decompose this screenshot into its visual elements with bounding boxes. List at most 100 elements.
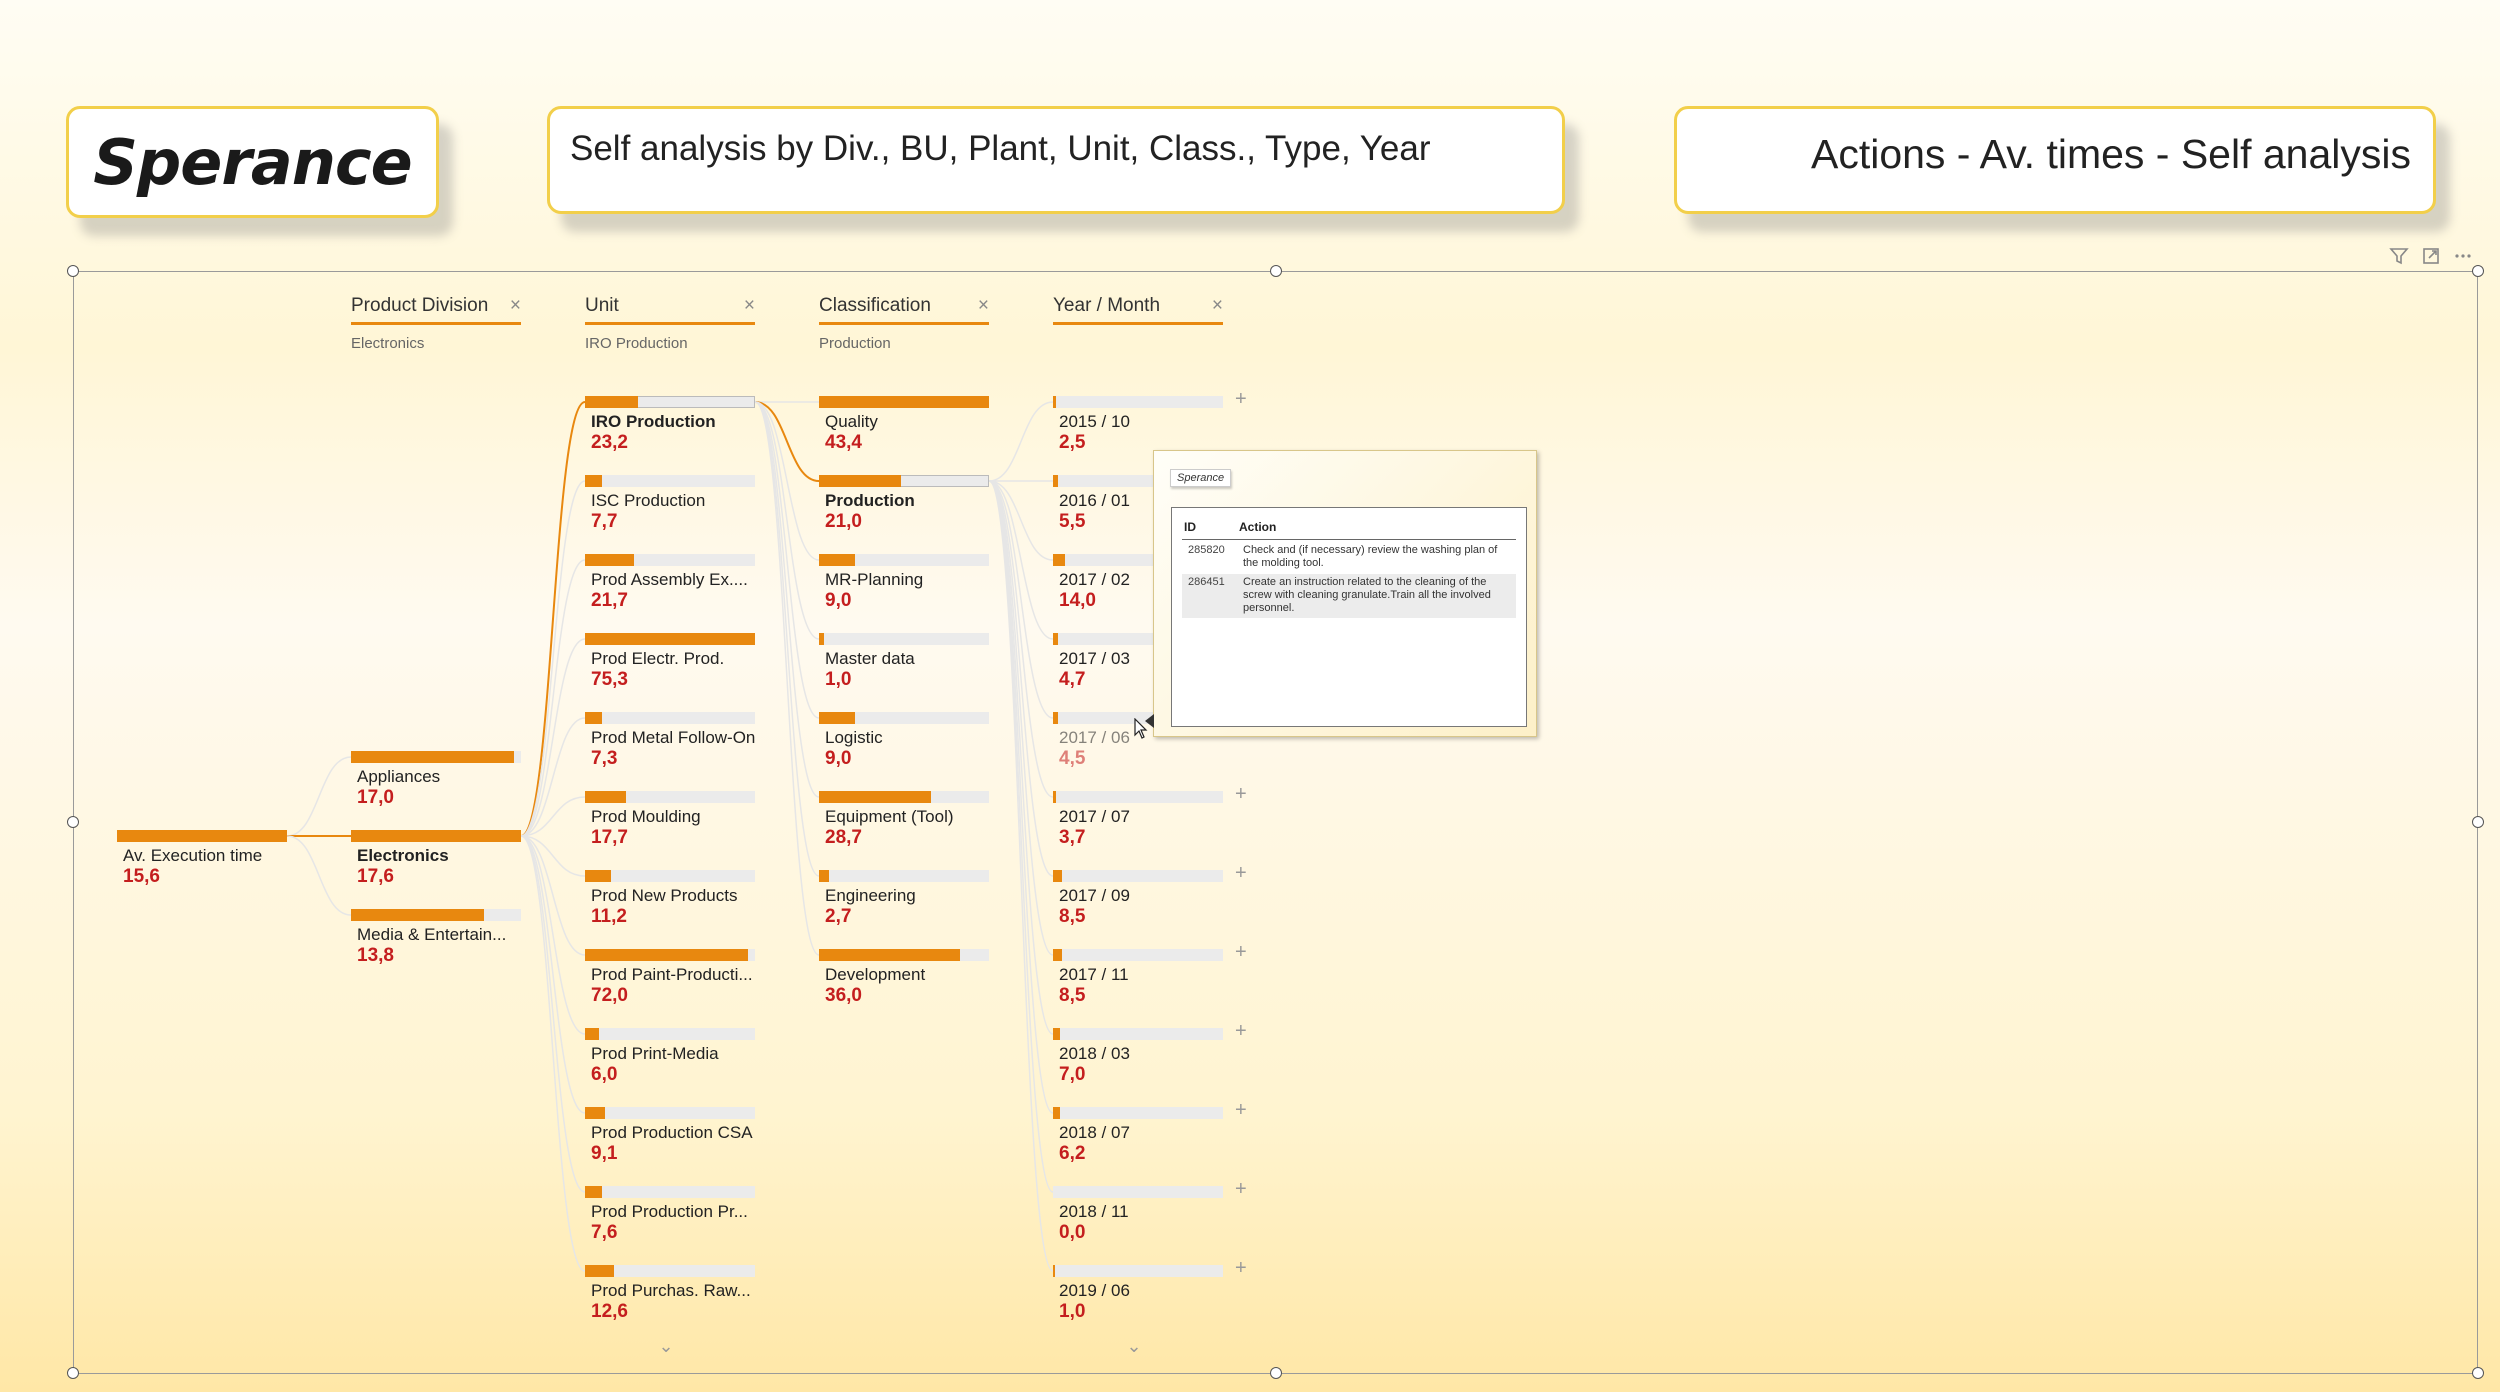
node-period[interactable]: 2017 / 09 8,5 + — [1053, 862, 1247, 934]
bar-track — [117, 830, 287, 842]
bar-track — [819, 633, 989, 645]
node-classification[interactable]: Engineering 2,7 — [819, 870, 989, 934]
bar-fill — [1053, 1265, 1055, 1277]
node-classification[interactable]: Logistic 9,0 — [819, 712, 989, 776]
node-period[interactable]: 2017 / 11 8,5 + — [1053, 941, 1247, 1013]
connector-line — [754, 401, 820, 877]
node-value: 21,7 — [591, 590, 628, 611]
node-classification[interactable]: Production 21,0 — [819, 475, 989, 539]
bar-track — [819, 870, 989, 882]
node-division[interactable]: Media & Entertain... 13,8 — [351, 909, 521, 973]
node-classification[interactable]: Equipment (Tool) 28,7 — [819, 791, 989, 855]
connector-line — [286, 756, 352, 837]
node-unit[interactable]: Prod Assembly Ex.... 21,7 — [585, 554, 755, 618]
node-value: 23,2 — [591, 432, 628, 453]
node-classification[interactable]: Development 36,0 — [819, 949, 989, 1013]
bar-track — [585, 1186, 755, 1198]
node-value: 75,3 — [591, 669, 628, 690]
bar-fill — [1053, 633, 1059, 645]
node-division[interactable]: Appliances 17,0 — [351, 751, 521, 815]
node-value: 7,0 — [1059, 1064, 1086, 1085]
node-label: Prod Production CSA — [591, 1123, 753, 1142]
expand-plus-icon[interactable]: + — [1235, 783, 1247, 806]
node-period[interactable]: 2019 / 06 1,0 + — [1053, 1257, 1247, 1329]
connector-line — [988, 480, 1054, 877]
column-header-classification[interactable]: Classification × Production — [819, 295, 989, 352]
node-unit[interactable]: Prod Purchas. Raw... 12,6 — [585, 1265, 755, 1329]
node-unit[interactable]: Prod Paint-Producti... 72,0 — [585, 949, 755, 1013]
node-value: 2,5 — [1059, 432, 1086, 453]
column-header-product-division[interactable]: Product Division × Electronics — [351, 295, 521, 352]
bar-fill — [351, 751, 515, 763]
bar-track — [585, 396, 755, 408]
column-header-year-month[interactable]: Year / Month × — [1053, 295, 1223, 325]
remove-level-icon[interactable]: × — [1212, 295, 1223, 317]
bar-track — [819, 475, 989, 487]
bar-track — [819, 949, 989, 961]
bar-fill — [585, 949, 749, 961]
node-division[interactable]: Electronics 17,6 — [351, 830, 521, 894]
bar-track — [585, 633, 755, 645]
node-label: MR-Planning — [825, 570, 924, 589]
bar-fill — [1053, 475, 1059, 487]
node-unit[interactable]: IRO Production 23,2 — [585, 396, 755, 460]
bar-fill — [819, 949, 961, 961]
bar-track — [1053, 870, 1223, 882]
mouse-cursor-icon — [1134, 718, 1148, 739]
bar-track — [1053, 1107, 1223, 1119]
column-title: Year / Month — [1053, 295, 1161, 316]
node-unit[interactable]: ISC Production 7,7 — [585, 475, 755, 539]
scroll-down-units-icon[interactable]: ⌄ — [657, 1337, 675, 1355]
expand-plus-icon[interactable]: + — [1235, 1178, 1247, 1201]
node-label: 2018 / 11 — [1059, 1202, 1129, 1221]
node-label: ISC Production — [591, 491, 706, 510]
node-label: Prod Metal Follow-On — [591, 728, 756, 747]
node-value: 17,6 — [357, 866, 394, 887]
action-id: 285820 — [1188, 544, 1225, 556]
connector-line — [520, 835, 586, 1035]
node-classification[interactable]: Quality 43,4 — [819, 396, 989, 460]
expand-plus-icon[interactable]: + — [1235, 862, 1247, 885]
node-unit[interactable]: Prod Production Pr... 7,6 — [585, 1186, 755, 1250]
node-label: Quality — [825, 412, 878, 431]
bar-fill — [351, 830, 521, 842]
bar-track — [819, 712, 989, 724]
node-value: 13,8 — [357, 945, 394, 966]
connector-line — [520, 559, 586, 837]
column-header-unit[interactable]: Unit × IRO Production — [585, 295, 755, 352]
column-selection: IRO Production — [585, 335, 688, 352]
remove-level-icon[interactable]: × — [510, 295, 521, 317]
connector-line — [520, 638, 586, 837]
node-unit[interactable]: Prod Electr. Prod. 75,3 — [585, 633, 755, 697]
connector-line — [988, 480, 1054, 1114]
node-classification[interactable]: MR-Planning 9,0 — [819, 554, 989, 618]
bar-fill — [585, 396, 638, 408]
scroll-down-periods-icon[interactable]: ⌄ — [1125, 1337, 1143, 1355]
node-root[interactable]: Av. Execution time 15,6 — [117, 830, 287, 894]
expand-plus-icon[interactable]: + — [1235, 941, 1247, 964]
remove-level-icon[interactable]: × — [744, 295, 755, 317]
node-unit[interactable]: Prod Moulding 17,7 — [585, 791, 755, 855]
expand-plus-icon[interactable]: + — [1235, 388, 1247, 411]
bar-track — [585, 1028, 755, 1040]
node-period[interactable]: 2018 / 11 0,0 + — [1053, 1178, 1247, 1250]
node-period[interactable]: 2018 / 07 6,2 + — [1053, 1099, 1247, 1171]
node-unit[interactable]: Prod New Products 11,2 — [585, 870, 755, 934]
node-unit[interactable]: Prod Metal Follow-On 7,3 — [585, 712, 755, 776]
column-underline — [585, 322, 755, 325]
node-unit[interactable]: Prod Production CSA 9,1 — [585, 1107, 755, 1171]
node-value: 2,7 — [825, 906, 852, 927]
column-title: Classification — [819, 295, 931, 316]
remove-level-icon[interactable]: × — [978, 295, 989, 317]
node-label: Prod Purchas. Raw... — [591, 1281, 751, 1300]
expand-plus-icon[interactable]: + — [1235, 1257, 1247, 1280]
bar-track — [819, 791, 989, 803]
node-period[interactable]: 2018 / 03 7,0 + — [1053, 1020, 1247, 1092]
node-period[interactable]: 2017 / 07 3,7 + — [1053, 783, 1247, 855]
node-classification[interactable]: Master data 1,0 — [819, 633, 989, 697]
node-unit[interactable]: Prod Print-Media 6,0 — [585, 1028, 755, 1092]
expand-plus-icon[interactable]: + — [1235, 1099, 1247, 1122]
connector-line — [754, 401, 820, 561]
expand-plus-icon[interactable]: + — [1235, 1020, 1247, 1043]
node-value: 21,0 — [825, 511, 862, 532]
